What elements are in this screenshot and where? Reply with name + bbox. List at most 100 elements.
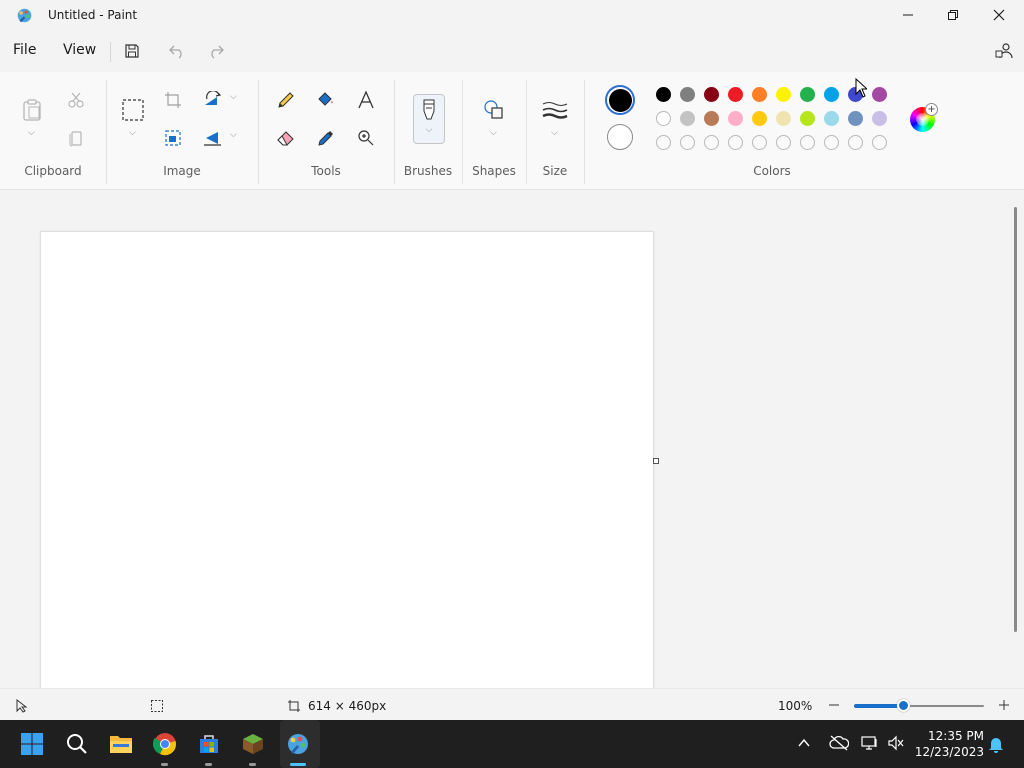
start-button[interactable]: [16, 728, 48, 760]
secondary-color-button[interactable]: [607, 124, 633, 150]
zoom-in-button[interactable]: [996, 697, 1012, 713]
onedrive-button[interactable]: [829, 735, 850, 754]
crop-button[interactable]: [159, 86, 187, 114]
microsoft-store-button[interactable]: [193, 728, 225, 760]
select-dropdown-chevron-icon[interactable]: ⌵: [129, 128, 136, 138]
rotate-icon: [205, 91, 222, 105]
undo-button[interactable]: [165, 40, 189, 62]
custom-color-slot[interactable]: [848, 135, 863, 150]
custom-color-slot[interactable]: [656, 135, 671, 150]
eyedropper-icon: [318, 131, 333, 146]
fill-button[interactable]: [312, 86, 340, 114]
paste-icon: [23, 99, 41, 121]
show-hidden-icons-button[interactable]: [797, 736, 811, 753]
color-swatch[interactable]: [704, 87, 719, 102]
network-button[interactable]: [861, 735, 879, 754]
close-button[interactable]: [976, 0, 1022, 30]
brushes-button[interactable]: ⌵: [413, 94, 445, 144]
pencil-button[interactable]: [272, 86, 300, 114]
color-swatch[interactable]: [752, 87, 767, 102]
primary-color-button[interactable]: [605, 85, 635, 115]
color-swatch[interactable]: [824, 87, 839, 102]
color-swatch[interactable]: [656, 87, 671, 102]
zoom-level-text[interactable]: 100%: [778, 699, 812, 713]
file-menu[interactable]: File: [13, 42, 36, 58]
rotate-dropdown-chevron-icon[interactable]: ⌵: [230, 92, 237, 102]
file-explorer-button[interactable]: [105, 728, 137, 760]
rectangular-select-icon: [122, 99, 144, 121]
color-swatch[interactable]: [776, 111, 791, 126]
rotate-button[interactable]: [199, 86, 227, 114]
minecraft-button[interactable]: [237, 728, 269, 760]
custom-color-slot[interactable]: [752, 135, 767, 150]
cut-button[interactable]: [62, 86, 90, 114]
color-swatch[interactable]: [872, 87, 887, 102]
custom-color-slot[interactable]: [680, 135, 695, 150]
notifications-button[interactable]: [988, 735, 1004, 756]
select-button[interactable]: [119, 96, 147, 124]
magnifier-button[interactable]: [352, 124, 380, 152]
custom-color-slot[interactable]: [800, 135, 815, 150]
taskbar-search-button[interactable]: [61, 728, 93, 760]
custom-color-slot[interactable]: [776, 135, 791, 150]
color-swatch[interactable]: [656, 111, 671, 126]
pencil-icon: [278, 92, 294, 108]
custom-color-slot[interactable]: [704, 135, 719, 150]
view-menu[interactable]: View: [63, 42, 96, 58]
size-button[interactable]: [541, 96, 569, 124]
color-swatch[interactable]: [800, 111, 815, 126]
color-swatch[interactable]: [776, 87, 791, 102]
minimize-button[interactable]: [885, 0, 931, 30]
text-button[interactable]: [352, 86, 380, 114]
color-swatch[interactable]: [728, 87, 743, 102]
cloud-offline-icon: [829, 735, 850, 751]
drawing-canvas[interactable]: [40, 231, 654, 688]
color-picker-button[interactable]: [312, 124, 340, 152]
color-swatch[interactable]: [848, 111, 863, 126]
zoom-slider-thumb[interactable]: [897, 699, 911, 712]
color-swatch[interactable]: [824, 111, 839, 126]
size-dropdown-chevron-icon[interactable]: ⌵: [551, 128, 558, 138]
canvas-resize-handle[interactable]: [653, 458, 659, 464]
custom-color-slot[interactable]: [728, 135, 743, 150]
plus-icon: [999, 700, 1009, 710]
save-icon: [125, 44, 139, 58]
shapes-dropdown-chevron-icon[interactable]: ⌵: [490, 128, 497, 138]
resize-button[interactable]: [159, 124, 187, 152]
restore-icon: [948, 10, 958, 20]
custom-color-slot[interactable]: [824, 135, 839, 150]
zoom-slider[interactable]: [854, 699, 984, 712]
account-button[interactable]: [992, 40, 1016, 62]
color-swatch[interactable]: [752, 111, 767, 126]
add-color-plus-icon: +: [925, 103, 938, 116]
vertical-scrollbar[interactable]: [1014, 207, 1017, 632]
color-swatch[interactable]: [800, 87, 815, 102]
restore-button[interactable]: [930, 0, 976, 30]
copy-button[interactable]: [62, 124, 90, 152]
color-swatch[interactable]: [680, 87, 695, 102]
volume-button[interactable]: [887, 735, 905, 754]
color-swatch[interactable]: [728, 111, 743, 126]
flip-button[interactable]: [199, 124, 227, 152]
paste-dropdown-chevron-icon[interactable]: ⌵: [28, 128, 35, 138]
shapes-button[interactable]: [480, 96, 508, 124]
color-swatch[interactable]: [704, 111, 719, 126]
minus-icon: [829, 704, 839, 706]
custom-color-slot[interactable]: [872, 135, 887, 150]
save-button[interactable]: [120, 40, 144, 62]
clipboard-group: ⌵ Clipboard: [0, 72, 106, 190]
paste-button[interactable]: [18, 96, 46, 124]
title-bar: Untitled - Paint: [0, 0, 1024, 32]
eraser-button[interactable]: [272, 124, 300, 152]
colors-label: Colors: [753, 164, 791, 178]
stroke-size-icon: [542, 102, 568, 119]
selection-size-icon: [151, 700, 163, 712]
paint-taskbar-button[interactable]: [282, 728, 314, 760]
chrome-button[interactable]: [149, 728, 181, 760]
redo-button[interactable]: [204, 40, 228, 62]
color-swatch[interactable]: [872, 111, 887, 126]
flip-dropdown-chevron-icon[interactable]: ⌵: [230, 130, 237, 140]
zoom-out-button[interactable]: [826, 697, 842, 713]
color-swatch[interactable]: [680, 111, 695, 126]
taskbar-clock[interactable]: 12:35 PM 12/23/2023: [914, 728, 984, 760]
